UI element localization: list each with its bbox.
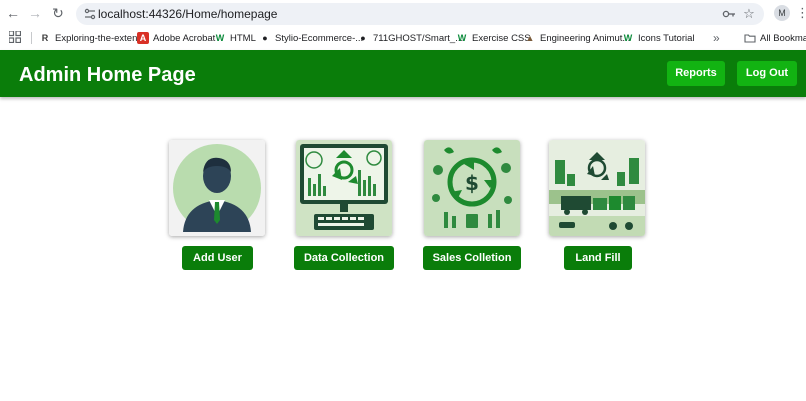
page-title: Admin Home Page bbox=[19, 64, 196, 86]
bookmark-item[interactable]: ▲ Engineering Animut... bbox=[524, 30, 631, 46]
all-bookmarks-label: All Bookmarks bbox=[760, 32, 806, 44]
profile-avatar[interactable]: M bbox=[774, 5, 790, 21]
url-path: :44326/Home/homepage bbox=[145, 7, 278, 21]
reports-button[interactable]: Reports bbox=[667, 61, 725, 86]
bookmark-item[interactable]: W Icons Tutorial bbox=[622, 30, 695, 46]
add-user-button[interactable]: Add User bbox=[182, 246, 253, 270]
bookmark-favicon-icon: R bbox=[41, 33, 49, 43]
bookmark-item[interactable]: ● Stylio-Ecommerce-... bbox=[259, 30, 363, 46]
bookmark-label: Exploring-the-exten... bbox=[55, 32, 146, 44]
bookmark-item[interactable]: ● 711GHOST/Smart_... bbox=[357, 30, 463, 46]
bookmark-label: Icons Tutorial bbox=[638, 32, 695, 44]
github-icon: ● bbox=[360, 33, 366, 43]
bookmark-item[interactable]: W HTML bbox=[214, 30, 256, 46]
github-icon: ● bbox=[262, 33, 268, 43]
bookmark-item[interactable]: R Exploring-the-exten... bbox=[39, 30, 146, 46]
bookmark-label: Adobe Acrobat bbox=[153, 32, 216, 44]
engineering-favicon-icon: ▲ bbox=[525, 33, 535, 43]
acrobat-icon: A bbox=[137, 32, 149, 44]
app-header: Admin Home Page Reports Log Out bbox=[0, 50, 806, 97]
bookmark-label: Exercise CSS bbox=[472, 32, 531, 44]
reload-icon[interactable]: ↻ bbox=[50, 5, 66, 21]
password-key-icon[interactable] bbox=[722, 7, 736, 21]
land-fill-button[interactable]: Land Fill bbox=[564, 246, 632, 270]
all-bookmarks-button[interactable]: All Bookmarks bbox=[744, 30, 806, 46]
bookmark-star-icon[interactable]: ☆ bbox=[742, 7, 756, 21]
svg-text:$: $ bbox=[465, 171, 479, 195]
forward-arrow-icon[interactable]: → bbox=[27, 5, 43, 21]
url-text[interactable]: localhost:44326/Home/homepage bbox=[98, 6, 277, 22]
bookmark-item[interactable]: W Exercise CSS bbox=[456, 30, 531, 46]
more-menu-icon[interactable]: ⋮ bbox=[796, 5, 806, 21]
address-bar[interactable]: localhost:44326/Home/homepage ☆ bbox=[76, 3, 764, 25]
data-collection-image[interactable] bbox=[296, 140, 392, 236]
add-user-image[interactable] bbox=[169, 140, 265, 236]
browser-chrome: ← → ↻ localhost:44326/Home/homepage ☆ M … bbox=[0, 0, 806, 50]
land-fill-image[interactable] bbox=[549, 140, 645, 236]
w3schools-icon: W bbox=[215, 33, 225, 43]
bookmark-label: HTML bbox=[230, 32, 256, 44]
browser-toolbar: ← → ↻ localhost:44326/Home/homepage ☆ M … bbox=[0, 0, 806, 27]
bookmarks-overflow-button[interactable]: » bbox=[713, 30, 720, 46]
bookmark-label: Stylio-Ecommerce-... bbox=[275, 32, 364, 44]
bookmark-label: 711GHOST/Smart_... bbox=[373, 32, 464, 44]
money-recycling-icon: $ bbox=[424, 140, 520, 236]
computer-recycling-icon bbox=[296, 140, 392, 236]
sales-collection-button[interactable]: Sales Colletion bbox=[423, 246, 521, 270]
landfill-icon bbox=[549, 140, 645, 236]
data-collection-button[interactable]: Data Collection bbox=[294, 246, 394, 270]
site-settings-icon[interactable] bbox=[84, 7, 96, 21]
bookmark-label: Engineering Animut... bbox=[540, 32, 631, 44]
bookmarks-bar: R Exploring-the-exten... A Adobe Acrobat… bbox=[0, 28, 806, 49]
w3schools-icon: W bbox=[457, 33, 467, 43]
bookmark-item[interactable]: A Adobe Acrobat bbox=[137, 30, 215, 46]
businessman-icon bbox=[169, 140, 265, 236]
back-arrow-icon[interactable]: ← bbox=[5, 5, 21, 21]
w3schools-icon: W bbox=[623, 33, 633, 43]
sales-collection-image[interactable]: $ bbox=[424, 140, 520, 236]
url-host: localhost bbox=[98, 7, 146, 21]
folder-icon bbox=[744, 34, 756, 43]
logout-button[interactable]: Log Out bbox=[737, 61, 797, 86]
